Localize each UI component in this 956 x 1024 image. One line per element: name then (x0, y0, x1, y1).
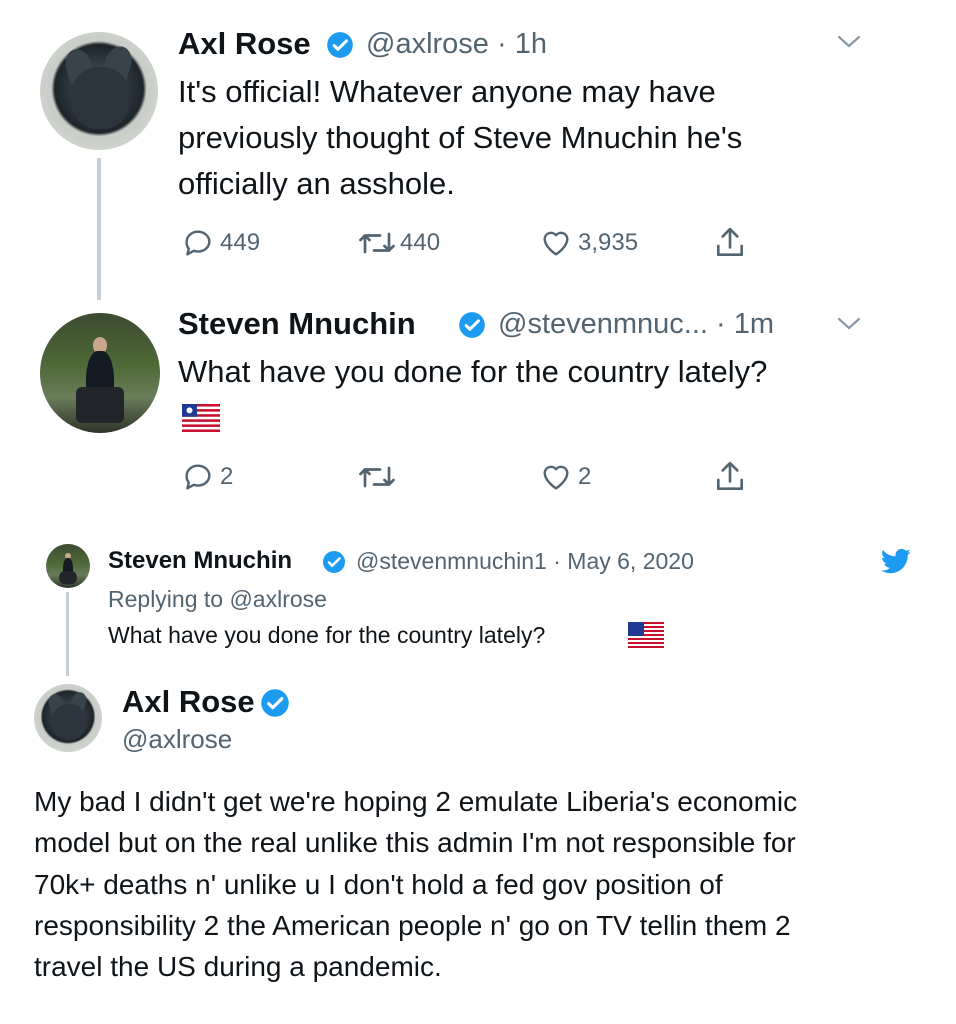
reply-icon (185, 230, 211, 256)
tweet-text-line: travel the US during a pandemic. (34, 951, 442, 982)
avatar-steven-mnuchin[interactable] (46, 544, 90, 588)
heart-icon (543, 231, 569, 256)
author-handle[interactable]: @axlrose (122, 724, 232, 755)
chevron-down-icon[interactable] (836, 316, 862, 332)
tweet-text-line: My bad I didn't get we're hoping 2 emula… (34, 786, 798, 817)
verified-badge-icon (459, 312, 485, 338)
heart-icon (543, 465, 569, 490)
retweet-icon (359, 232, 395, 254)
share-icon (716, 227, 744, 257)
retweet-button[interactable]: 440 (356, 226, 440, 260)
avatar-axl-rose[interactable] (40, 32, 158, 150)
like-count: 3,935 (578, 229, 639, 256)
replying-to[interactable]: Replying to @axlrose (108, 586, 327, 613)
tweet-text-line: It's official! Whatever anyone may have (178, 74, 716, 109)
liberia-flag-icon (182, 404, 220, 432)
author-handle-date[interactable]: @stevenmnuchin1 · May 6, 2020 (356, 548, 694, 575)
tweet-text-line: model but on the real unlike this admin … (34, 827, 796, 858)
share-icon (716, 461, 744, 491)
avatar-axl-rose[interactable] (34, 684, 102, 752)
reply-button[interactable]: 449 (180, 226, 260, 260)
verified-badge-icon (323, 551, 345, 573)
retweet-icon (359, 466, 395, 488)
author-name[interactable]: Steven Mnuchin (108, 547, 292, 575)
author-name[interactable]: Axl Rose (122, 684, 255, 720)
us-flag-icon (628, 622, 664, 648)
author-name[interactable]: Axl Rose (178, 26, 311, 62)
like-count: 2 (578, 463, 592, 490)
avatar-steven-mnuchin[interactable] (40, 313, 160, 433)
share-button[interactable] (712, 458, 748, 496)
like-button[interactable]: 3,935 (538, 226, 638, 260)
tweet-text: What have you done for the country latel… (178, 354, 768, 389)
retweet-button[interactable] (356, 460, 398, 494)
tweet-text: What have you done for the country latel… (108, 622, 546, 648)
author-handle-time[interactable]: @stevenmnuc... · 1m (498, 308, 774, 341)
like-button[interactable]: 2 (538, 460, 591, 494)
thread-line (66, 592, 69, 676)
verified-badge-icon (327, 32, 353, 58)
retweet-count: 440 (400, 229, 441, 256)
reply-button[interactable]: 2 (180, 460, 233, 494)
thread-line (97, 158, 101, 300)
twitter-bird-icon[interactable] (880, 548, 912, 576)
tweet-text-line: officially an asshole. (178, 166, 455, 201)
verified-badge-icon (261, 689, 289, 717)
share-button[interactable] (712, 224, 748, 262)
author-name[interactable]: Steven Mnuchin (178, 306, 416, 342)
tweet-text-line: responsibility 2 the American people n' … (34, 910, 791, 941)
chevron-down-icon[interactable] (836, 34, 862, 50)
tweet-text-line: 70k+ deaths n' unlike u I don't hold a f… (34, 869, 723, 900)
reply-count: 449 (220, 229, 261, 256)
reply-count: 2 (220, 463, 234, 490)
author-handle-time[interactable]: @axlrose · 1h (366, 28, 547, 61)
reply-icon (185, 464, 211, 490)
tweet-text-line: previously thought of Steve Mnuchin he's (178, 120, 743, 155)
